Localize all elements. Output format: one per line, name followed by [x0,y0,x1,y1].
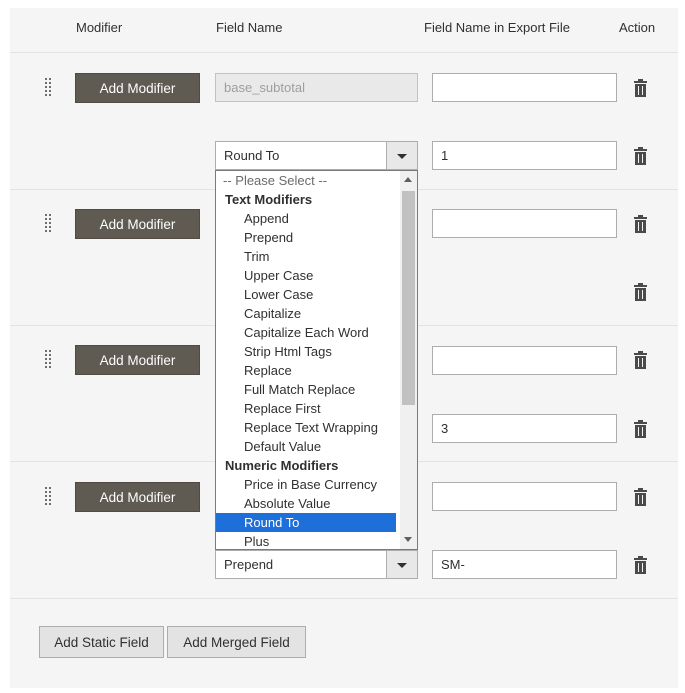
dropdown-option[interactable]: Trim [216,247,396,266]
export-name-input[interactable] [432,482,617,511]
add-modifier-button[interactable]: Add Modifier [75,73,200,103]
trash-icon[interactable] [634,351,647,369]
dropdown-scrollbar[interactable] [400,171,417,549]
modifier-value-input[interactable]: 3 [432,414,617,443]
dropdown-option[interactable]: Lower Case [216,285,396,304]
modifier-select-value: Round To [224,148,280,163]
trash-icon[interactable] [634,556,647,574]
export-name-input[interactable] [432,73,617,102]
add-static-field-button[interactable]: Add Static Field [39,626,164,658]
col-header-modifier: Modifier [76,20,123,35]
export-name-input[interactable] [432,209,617,238]
row-separator [10,598,678,599]
dropdown-option[interactable]: Capitalize Each Word [216,323,396,342]
col-header-action: Action [619,20,656,35]
add-modifier-button[interactable]: Add Modifier [75,482,200,512]
modifier-value-input[interactable]: 1 [432,141,617,170]
export-name-input[interactable] [432,346,617,375]
trash-icon[interactable] [634,147,647,165]
chevron-down-icon[interactable] [386,551,417,578]
drag-handle-icon[interactable] [45,350,55,370]
dropdown-option[interactable]: Price in Base Currency [216,475,396,494]
dropdown-group-label: Text Modifiers [225,192,313,207]
row-separator [10,52,678,53]
drag-handle-icon[interactable] [45,214,55,234]
scroll-up-arrow-icon[interactable] [404,177,412,182]
chevron-down-icon[interactable] [386,142,417,169]
drag-handle-icon[interactable] [45,487,55,507]
trash-icon[interactable] [634,488,647,506]
trash-icon[interactable] [634,215,647,233]
dropdown-group-label: Numeric Modifiers [225,458,339,473]
dropdown-option[interactable]: Capitalize [216,304,396,323]
scroll-down-arrow-icon[interactable] [404,537,412,542]
trash-icon[interactable] [634,79,647,97]
dropdown-option[interactable]: Append [216,209,396,228]
scrollbar-thumb[interactable] [402,191,415,405]
add-modifier-button[interactable]: Add Modifier [75,209,200,239]
dropdown-option[interactable]: Upper Case [216,266,396,285]
drag-handle-icon[interactable] [45,78,55,98]
modifier-value-input[interactable]: SM- [432,550,617,579]
dropdown-option[interactable]: Default Value [216,437,396,456]
dropdown-option[interactable]: Full Match Replace [216,380,396,399]
field-name-input[interactable]: base_subtotal [215,73,418,102]
modifier-select[interactable]: Round To [215,141,418,170]
dropdown-option[interactable]: Replace First [216,399,396,418]
dropdown-option-selected[interactable]: Round To [216,513,396,532]
modifier-select-value: Prepend [224,557,274,572]
col-header-field-name: Field Name [216,20,283,35]
dropdown-option[interactable]: Strip Html Tags [216,342,396,361]
trash-icon[interactable] [634,283,647,301]
dropdown-option[interactable]: Replace [216,361,396,380]
add-merged-field-button[interactable]: Add Merged Field [167,626,306,658]
modifier-select[interactable]: Prepend [215,550,418,579]
add-modifier-button[interactable]: Add Modifier [75,345,200,375]
modifier-dropdown-list[interactable]: -- Please Select -- Text Modifiers Appen… [215,170,418,550]
col-header-export-name: Field Name in Export File [424,20,570,35]
dropdown-option[interactable]: Replace Text Wrapping [216,418,396,437]
trash-icon[interactable] [634,420,647,438]
dropdown-option[interactable]: Absolute Value [216,494,396,513]
dropdown-option[interactable]: Plus [216,532,396,549]
dropdown-option[interactable]: Prepend [216,228,396,247]
dropdown-option-placeholder[interactable]: -- Please Select -- [216,171,396,190]
